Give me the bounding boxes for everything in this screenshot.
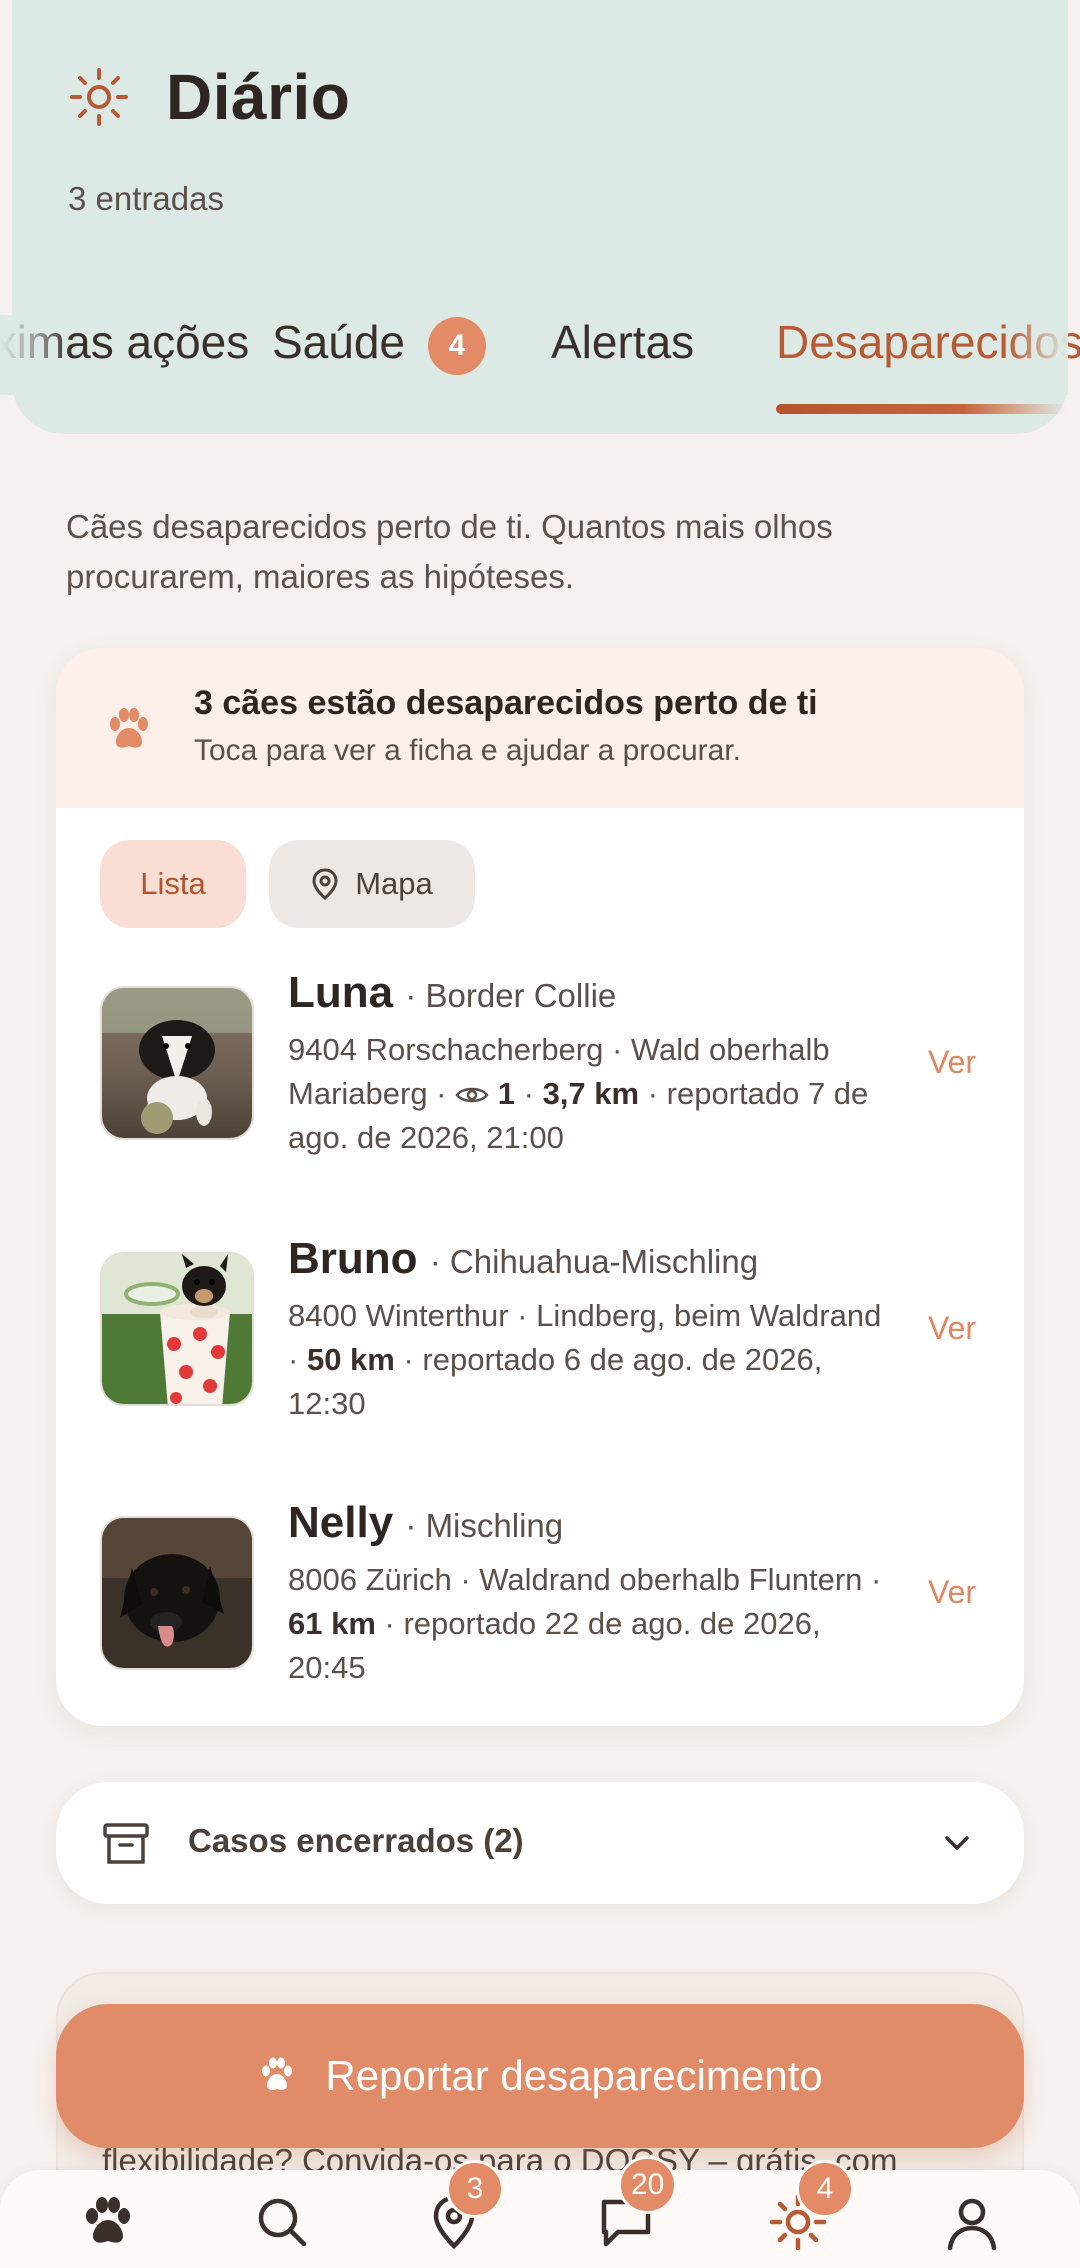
- profile-icon: [947, 2198, 997, 2251]
- list-view-label: Lista: [140, 866, 206, 901]
- nav-home[interactable]: [78, 2192, 138, 2252]
- dog-distance: 50 km: [306, 1342, 395, 1377]
- dog-location: 8006 Zürich · Waldrand oberhalb Fluntern…: [288, 1562, 882, 1597]
- dog-name-row: Luna · Border Collie: [288, 968, 616, 1018]
- banner-title: 3 cães estão desaparecidos perto de ti: [194, 684, 818, 722]
- dog-meta: 9404 Rorschacherberg · Wald oberhalb Mar…: [288, 1032, 869, 1155]
- map-view-chip[interactable]: Mapa: [269, 840, 475, 928]
- report-missing-label: Reportar desaparecimento: [325, 2052, 823, 2099]
- dog-photo: [100, 1516, 254, 1670]
- location-pin-icon: [312, 868, 338, 900]
- dog-list-item[interactable]: Bruno · Chihuahua-Mischling 8400 Wintert…: [56, 1234, 1024, 1472]
- tab-health[interactable]: Saúde: [272, 315, 405, 369]
- tab-health-badge: 4: [428, 317, 486, 375]
- archive-icon: [103, 1823, 149, 1864]
- dog-list-item[interactable]: Luna · Border Collie 9404 Rorschacherber…: [56, 968, 1024, 1206]
- tab-fade-left: [0, 315, 70, 395]
- dog-photo: [100, 986, 254, 1140]
- list-view-chip[interactable]: Lista: [100, 840, 246, 928]
- map-badge: 3: [446, 2160, 504, 2218]
- paw-icon: [110, 708, 148, 748]
- banner-subtitle: Toca para ver a ficha e ajudar a procura…: [194, 734, 741, 767]
- dog-name-row: Bruno · Chihuahua-Mischling: [288, 1234, 758, 1284]
- closed-cases-accordion[interactable]: Casos encerrados (2): [56, 1782, 1024, 1904]
- tab-bar: Próximas ações Saúde 4 Alertas Desaparec…: [0, 315, 1080, 405]
- view-dog-button[interactable]: Ver: [928, 1574, 976, 1611]
- dog-distance: 3,7 km: [542, 1076, 640, 1111]
- missing-dogs-card: 3 cães estão desaparecidos perto de ti T…: [56, 648, 1024, 1726]
- dog-name: Luna: [288, 968, 394, 1017]
- entries-count: 3 entradas: [68, 180, 224, 217]
- intro-text: Cães desaparecidos perto de ti. Quantos …: [66, 508, 833, 595]
- dog-name: Bruno: [288, 1234, 418, 1283]
- dog-views: 1: [497, 1076, 515, 1111]
- view-dog-button[interactable]: Ver: [928, 1044, 976, 1081]
- report-missing-button[interactable]: Reportar desaparecimento: [56, 2004, 1024, 2148]
- paw-icon: [262, 2057, 293, 2090]
- dog-breed: · Border Collie: [405, 977, 617, 1014]
- nav-search[interactable]: [252, 2192, 312, 2252]
- closed-cases-label: Casos encerrados (2): [188, 1822, 524, 1859]
- dog-name: Nelly: [288, 1498, 394, 1547]
- sun-icon: [70, 68, 128, 126]
- dog-meta: 8006 Zürich · Waldrand oberhalb Fluntern…: [288, 1558, 898, 1690]
- view-dog-button[interactable]: Ver: [928, 1310, 976, 1347]
- tab-fade-right: [1008, 315, 1068, 395]
- bottom-nav: 3 20 4: [0, 2156, 1080, 2268]
- dog-breed: · Chihuahua-Mischling: [429, 1243, 759, 1280]
- missing-banner[interactable]: 3 cães estão desaparecidos perto de ti T…: [56, 648, 1024, 808]
- map-view-label: Mapa: [355, 866, 433, 901]
- paw-icon: [86, 2197, 130, 2243]
- dog-meta: 8400 Winterthur · Lindberg, beim Waldran…: [288, 1294, 898, 1426]
- search-icon: [258, 2198, 307, 2247]
- dog-distance: 61 km: [288, 1606, 376, 1641]
- messages-badge: 20: [618, 2156, 678, 2214]
- title-row: Diário: [68, 60, 350, 134]
- nav-profile[interactable]: [942, 2192, 1002, 2252]
- dog-photo: [100, 1252, 254, 1406]
- tab-alerts[interactable]: Alertas: [551, 315, 694, 369]
- diary-badge: 4: [796, 2160, 854, 2218]
- dog-name-row: Nelly · Mischling: [288, 1498, 563, 1548]
- chevron-down-icon: [945, 1836, 969, 1850]
- page-title: Diário: [166, 61, 351, 133]
- dog-list-item[interactable]: Nelly · Mischling 8006 Zürich · Waldrand…: [56, 1498, 1024, 1726]
- active-tab-indicator: [776, 404, 1066, 414]
- eye-icon: [455, 1087, 489, 1103]
- dog-breed: · Mischling: [405, 1507, 564, 1544]
